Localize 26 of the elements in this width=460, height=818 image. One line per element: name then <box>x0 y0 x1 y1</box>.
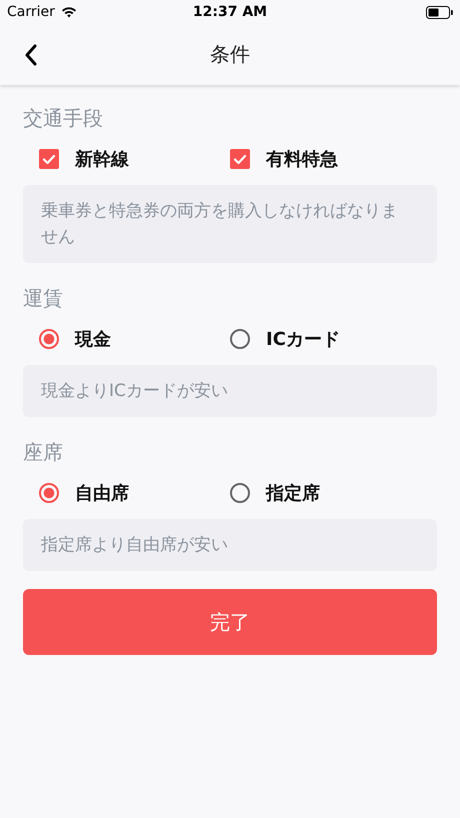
radio-button[interactable] <box>230 329 250 349</box>
checkmark-icon <box>42 154 56 164</box>
wifi-icon <box>60 6 77 18</box>
option-label[interactable]: ICカード <box>266 327 340 351</box>
note-box: 指定席より自由席が安い <box>23 519 437 571</box>
radio-button[interactable] <box>39 329 59 349</box>
option-label[interactable]: 指定席 <box>266 481 320 505</box>
battery-icon <box>426 6 453 18</box>
screen-title: 条件 <box>210 41 250 68</box>
status-time: 12:37 AM <box>192 4 268 20</box>
option-label[interactable]: 新幹線 <box>75 147 129 171</box>
section-title: 運賃 <box>23 285 64 311</box>
radio-button[interactable] <box>39 483 59 503</box>
option-label[interactable]: 現金 <box>75 327 111 351</box>
checkbox[interactable] <box>39 149 59 169</box>
note-box: 乗車券と特急券の両方を購入しなければなりません <box>23 185 437 263</box>
checkbox[interactable] <box>230 149 250 169</box>
section-title: 座席 <box>23 439 64 465</box>
carrier-label: Carrier <box>7 4 55 20</box>
checkmark-icon <box>233 154 247 164</box>
chevron-left-icon <box>24 44 38 66</box>
option-label[interactable]: 有料特急 <box>266 147 338 171</box>
option-label[interactable]: 自由席 <box>75 481 129 505</box>
section-title: 交通手段 <box>23 105 104 131</box>
note-box: 現金よりICカードが安い <box>23 365 437 417</box>
radio-button[interactable] <box>230 483 250 503</box>
